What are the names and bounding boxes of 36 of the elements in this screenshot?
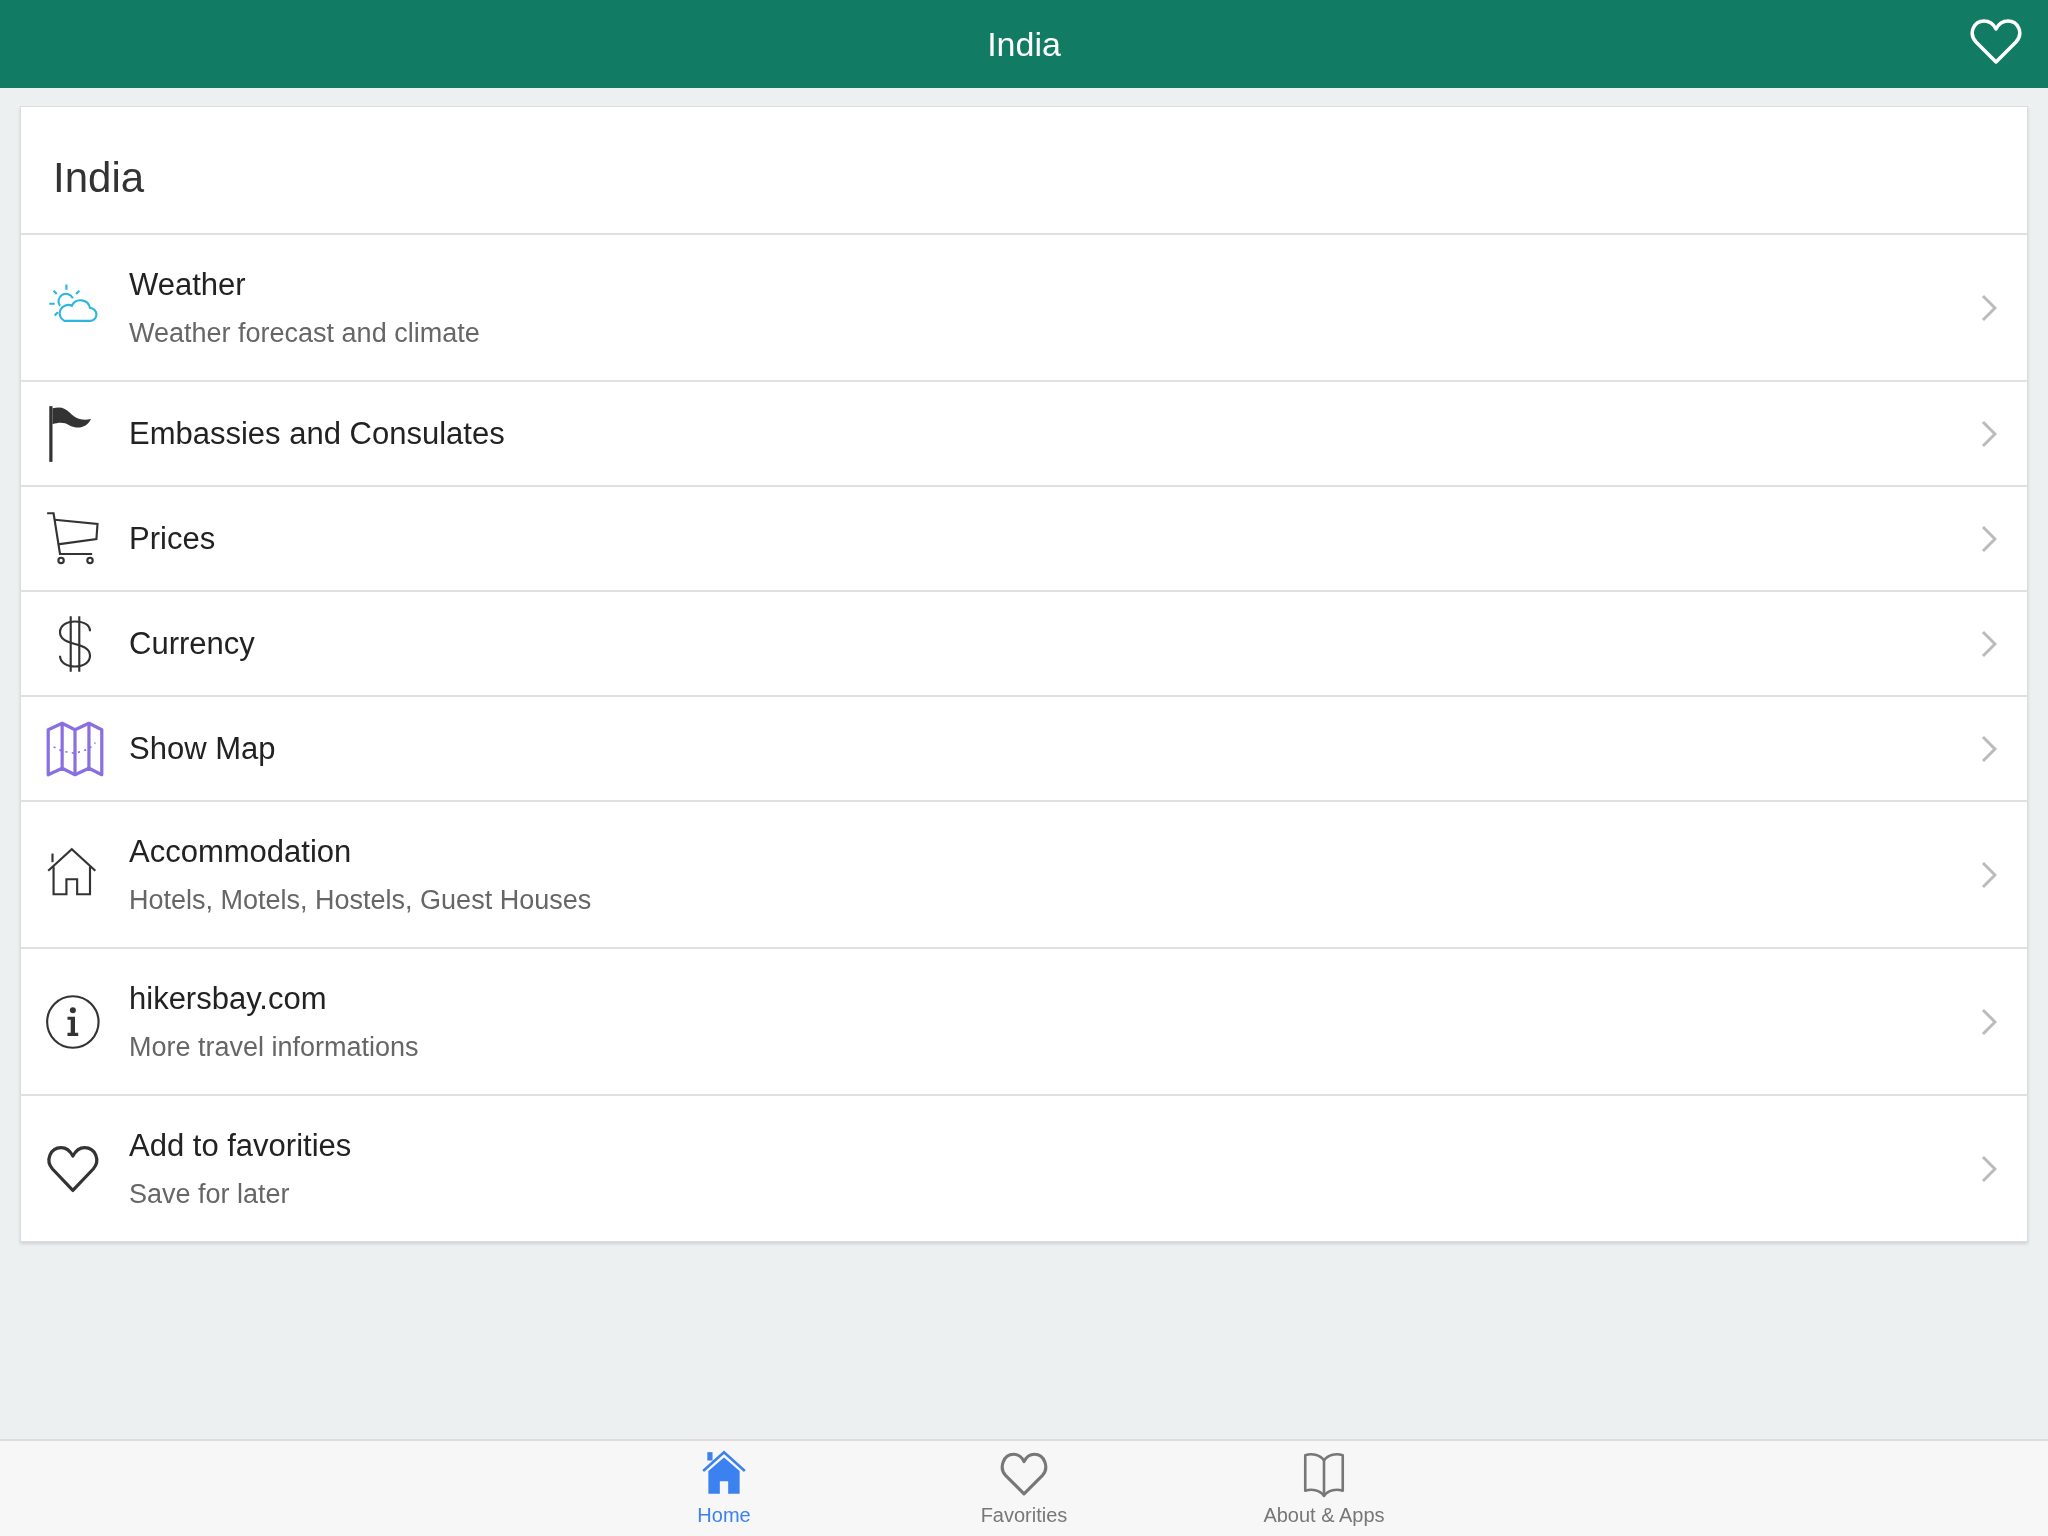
- chevron-right-icon: [1981, 293, 1997, 322]
- item-title: Embassies and Consulates: [129, 414, 506, 453]
- chevron-right-icon: [1981, 419, 1997, 448]
- card-title: India: [52, 153, 146, 203]
- heart-icon[interactable]: [1970, 18, 2022, 66]
- item-subtitle: Weather forecast and climate: [129, 316, 481, 350]
- chevron-right-icon: [1981, 629, 1997, 658]
- item-title: hikersbay.com: [129, 980, 328, 1019]
- menu-item[interactable]: Accommodation Hotels, Motels, Hostels, Guest Houses: [21, 800, 2027, 948]
- item-title: Show Map: [129, 729, 277, 768]
- menu-item[interactable]: Embassies and Consulates: [21, 380, 2027, 486]
- tab-label: Home: [697, 1502, 751, 1528]
- tab-label: About & Apps: [1263, 1502, 1385, 1528]
- chevron-right-icon: [1981, 1154, 1997, 1183]
- item-subtitle: Hotels, Motels, Hostels, Guest Houses: [129, 883, 593, 917]
- tab-label: Favorities: [980, 1502, 1068, 1528]
- item-subtitle: Save for later: [129, 1177, 291, 1211]
- item-title: Prices: [129, 519, 217, 558]
- tab-button[interactable]: About & Apps: [1174, 1441, 1474, 1536]
- menu-item[interactable]: Prices: [21, 485, 2027, 591]
- chevron-right-icon: [1981, 1007, 1997, 1036]
- menu-item[interactable]: Show Map: [21, 695, 2027, 801]
- chevron-right-icon: [1981, 860, 1997, 889]
- item-title: Accommodation: [129, 833, 353, 872]
- menu-item[interactable]: Add to favorities Save for later: [21, 1094, 2027, 1242]
- item-title: Add to favorities: [129, 1127, 353, 1166]
- item-subtitle: More travel informations: [129, 1030, 420, 1064]
- chevron-right-icon: [1981, 734, 1997, 763]
- chevron-right-icon: [1981, 524, 1997, 553]
- item-title: Currency: [129, 624, 256, 663]
- tab-button[interactable]: Favorities: [874, 1441, 1174, 1536]
- item-title: Weather: [129, 266, 247, 305]
- menu-item[interactable]: Currency: [21, 590, 2027, 696]
- menu-item[interactable]: hikersbay.com More travel informations: [21, 947, 2027, 1095]
- header-title: India: [987, 23, 1061, 65]
- menu-item[interactable]: Weather Weather forecast and climate: [21, 233, 2027, 381]
